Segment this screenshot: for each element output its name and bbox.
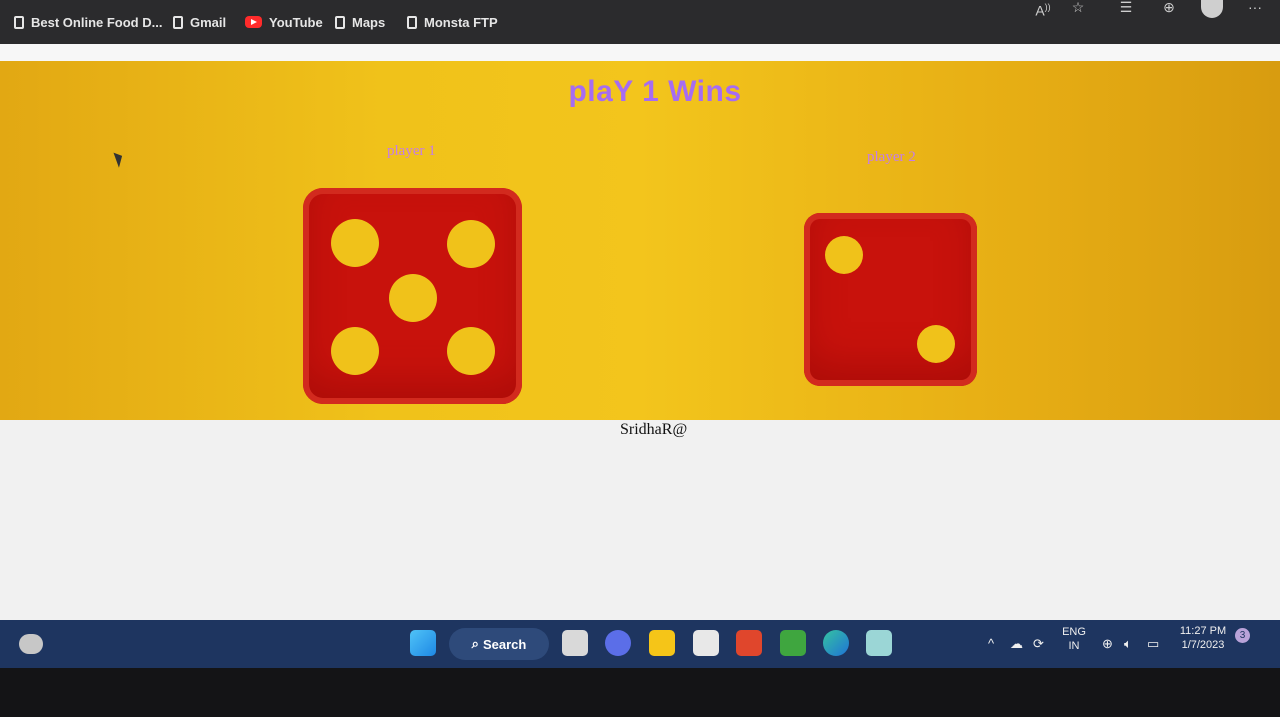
clock-date: 1/7/2023 — [1181, 639, 1225, 651]
language-region: IN — [1068, 640, 1080, 652]
language-indicator[interactable]: ENG IN — [1058, 625, 1090, 653]
clock[interactable]: 11:27 PM 1/7/2023 — [1172, 624, 1234, 652]
player2-die — [804, 213, 977, 386]
screen: Best Online Food D... Gmail YouTube Maps… — [0, 0, 1280, 717]
bookmark-label: Maps — [352, 14, 386, 30]
weather-icon[interactable] — [19, 634, 43, 654]
start-icon[interactable] — [410, 630, 436, 656]
read-aloud-icon[interactable]: A)) — [1031, 0, 1055, 20]
bookmark-gmail[interactable]: Gmail — [173, 11, 226, 33]
page-icon — [335, 15, 345, 29]
office-icon[interactable] — [736, 630, 762, 656]
onedrive-icon[interactable]: ☁ — [1010, 637, 1023, 650]
page-top-strip — [0, 44, 1280, 61]
page-icon — [14, 15, 24, 29]
task-view-icon[interactable] — [562, 630, 588, 656]
battery-icon[interactable]: ▭ — [1147, 637, 1159, 650]
die-pip — [447, 327, 495, 375]
bookmark-maps[interactable]: Maps — [335, 11, 385, 33]
app-icon[interactable] — [866, 630, 892, 656]
more-options-button[interactable]: ··· — [1243, 0, 1267, 20]
die-pip — [389, 274, 437, 322]
chevron-up-icon[interactable]: ^ — [988, 637, 994, 650]
search-icon: ⌕ — [471, 636, 479, 651]
player1-label: player 1 — [387, 143, 436, 159]
result-title: plaY 1 Wins — [568, 75, 742, 108]
page-icon — [407, 15, 417, 29]
die-pip — [331, 327, 379, 375]
bookmark-label: Best Online Food D... — [31, 14, 163, 30]
file-explorer-icon[interactable] — [649, 630, 675, 656]
clock-time: 11:27 PM — [1179, 625, 1227, 637]
chat-icon[interactable] — [605, 630, 631, 656]
sync-icon[interactable]: ⟳ — [1033, 637, 1044, 650]
die-pip — [331, 219, 379, 267]
die-pip — [917, 325, 955, 363]
page-icon — [173, 15, 183, 29]
xbox-icon[interactable] — [780, 630, 806, 656]
youtube-icon — [245, 16, 262, 28]
bookmarks-bar: Best Online Food D... Gmail YouTube Maps… — [0, 0, 1280, 44]
notification-badge[interactable]: 3 — [1235, 628, 1250, 643]
player2-label: player 2 — [867, 149, 916, 165]
bookmark-best-online-food[interactable]: Best Online Food D... — [14, 11, 162, 33]
author-credit: SridhaR@ — [620, 421, 688, 438]
bookmark-monsta-ftp[interactable]: Monsta FTP — [407, 11, 498, 33]
bookmark-youtube[interactable]: YouTube — [245, 11, 323, 33]
dice-game-area: plaY 1 Wins player 1 player 2 — [0, 61, 1280, 420]
die-pip — [447, 220, 495, 268]
player1-die — [303, 188, 522, 404]
language-code: ENG — [1062, 626, 1086, 638]
bookmark-label: YouTube — [269, 14, 323, 30]
search-button[interactable]: ⌕ Search — [449, 628, 549, 660]
globe-icon[interactable]: ⊕ — [1102, 637, 1113, 650]
favorites-add-icon[interactable]: ☆ — [1066, 0, 1090, 20]
bookmark-label: Gmail — [190, 14, 227, 30]
volume-icon[interactable]: 🔈︎ — [1124, 637, 1132, 650]
monitor-bezel — [0, 668, 1280, 717]
profile-avatar[interactable] — [1201, 0, 1223, 18]
edge-icon[interactable] — [823, 630, 849, 656]
web-page: plaY 1 Wins player 1 player 2 SridhaR@ — [0, 44, 1280, 620]
store-icon[interactable] — [693, 630, 719, 656]
taskbar: ⌕ Search ^ ☁ ⟳ ENG IN ⊕ 🔈︎ ▭ 11:27 PM 1/… — [0, 620, 1280, 668]
search-label: Search — [482, 636, 527, 652]
favorites-icon[interactable]: ☰ — [1114, 0, 1138, 20]
bookmark-label: Monsta FTP — [424, 14, 498, 30]
collections-icon[interactable]: ⊕ — [1157, 0, 1181, 20]
die-pip — [825, 236, 863, 274]
